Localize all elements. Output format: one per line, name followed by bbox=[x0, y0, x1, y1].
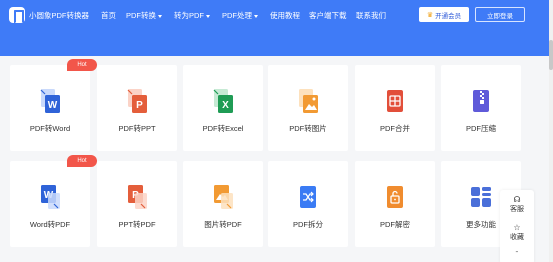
customer-service-button[interactable]: ☊ 客服 bbox=[500, 195, 534, 219]
tool-label: PDF解密 bbox=[380, 220, 410, 229]
tool-label: PPT转PDF bbox=[118, 220, 156, 229]
more-tools-icon bbox=[469, 183, 493, 211]
pdf-to-ppt-icon: P bbox=[125, 87, 149, 115]
pdf-merge-icon bbox=[383, 87, 407, 115]
nav-download[interactable]: 客户端下载 bbox=[309, 10, 347, 21]
pdf-compress-icon bbox=[469, 87, 493, 115]
tool-label: PDF转Excel bbox=[202, 124, 244, 133]
nav-pdf-convert[interactable]: PDF转换 bbox=[126, 10, 162, 21]
pdf-unlock-icon bbox=[383, 183, 407, 211]
nav-home[interactable]: 首页 bbox=[101, 10, 116, 21]
image-to-pdf-icon bbox=[211, 183, 235, 211]
nav-to-pdf[interactable]: 转为PDF bbox=[174, 10, 210, 21]
tool-label: PDF压缩 bbox=[466, 124, 496, 133]
pdf-to-excel-icon: X bbox=[211, 87, 235, 115]
svg-text:W: W bbox=[48, 100, 58, 111]
tool-card-pdf-split[interactable]: PDF拆分 bbox=[268, 161, 348, 247]
tool-label: PDF合并 bbox=[380, 124, 410, 133]
app-title: 小圆象PDF转换器 bbox=[29, 11, 89, 20]
headset-icon: ☊ bbox=[513, 195, 521, 204]
more-side-button[interactable]: ˉ bbox=[500, 250, 534, 260]
pdf-split-icon bbox=[296, 183, 320, 211]
nav-tutorial[interactable]: 使用教程 bbox=[270, 10, 300, 21]
top-arrow-icon: ˉ bbox=[515, 250, 519, 259]
nav-pdf-process[interactable]: PDF处理 bbox=[222, 10, 258, 21]
open-vip-button[interactable]: ♛ 开通会员 bbox=[419, 7, 469, 22]
tool-card-pdf-compress[interactable]: PDF压缩 bbox=[441, 65, 521, 151]
favorite-button[interactable]: ☆ 收藏 bbox=[500, 223, 534, 247]
tool-label: PDF转Word bbox=[29, 124, 71, 133]
tool-card-image-to-pdf[interactable]: 图片转PDF bbox=[183, 161, 263, 247]
floating-side-panel: ☊ 客服 ☆ 收藏 ˉ bbox=[500, 190, 534, 262]
svg-text:P: P bbox=[136, 100, 143, 111]
tool-card-pdf-to-ppt[interactable]: P PDF转PPT bbox=[97, 65, 177, 151]
tool-label: PDF转PPT bbox=[118, 124, 156, 133]
tool-label: PDF拆分 bbox=[293, 220, 323, 229]
scrollbar-thumb[interactable] bbox=[549, 40, 553, 70]
star-icon: ☆ bbox=[513, 223, 521, 232]
tool-card-ppt-to-pdf[interactable]: P PPT转PDF bbox=[97, 161, 177, 247]
ppt-to-pdf-icon: P bbox=[125, 183, 149, 211]
tool-card-pdf-merge[interactable]: PDF合并 bbox=[355, 65, 435, 151]
tool-label: PDF转图片 bbox=[289, 124, 327, 133]
tool-card-pdf-to-image[interactable]: PDF转图片 bbox=[268, 65, 348, 151]
hot-badge: Hot bbox=[67, 59, 97, 71]
tool-card-pdf-unlock[interactable]: PDF解密 bbox=[355, 161, 435, 247]
tool-label: Word转PDF bbox=[29, 220, 71, 229]
tool-card-word-to-pdf[interactable]: Hot W Word转PDF bbox=[10, 155, 97, 247]
pdf-to-image-icon bbox=[296, 87, 320, 115]
chevron-down-icon bbox=[254, 14, 258, 18]
nav-contact[interactable]: 联系我们 bbox=[356, 10, 386, 21]
pdf-to-word-icon: W bbox=[38, 87, 62, 115]
word-to-pdf-icon: W bbox=[38, 183, 62, 211]
chevron-down-icon bbox=[158, 14, 162, 18]
chevron-down-icon bbox=[206, 14, 210, 18]
svg-text:X: X bbox=[222, 100, 229, 111]
crown-icon: ♛ bbox=[426, 11, 434, 19]
vertical-scrollbar[interactable] bbox=[549, 0, 553, 262]
top-navigation-bar: 小圆象PDF转换器 首页 PDF转换 转为PDF PDF处理 使用教程 客户端下… bbox=[0, 0, 553, 44]
tool-label: 图片转PDF bbox=[204, 220, 242, 229]
tool-card-pdf-to-excel[interactable]: X PDF转Excel bbox=[183, 65, 263, 151]
hero-band bbox=[0, 44, 553, 56]
tool-card-pdf-to-word[interactable]: Hot W PDF转Word bbox=[10, 59, 97, 151]
login-button[interactable]: 立即登录 bbox=[475, 7, 525, 22]
app-logo-icon bbox=[9, 7, 25, 24]
hot-badge: Hot bbox=[67, 155, 97, 167]
